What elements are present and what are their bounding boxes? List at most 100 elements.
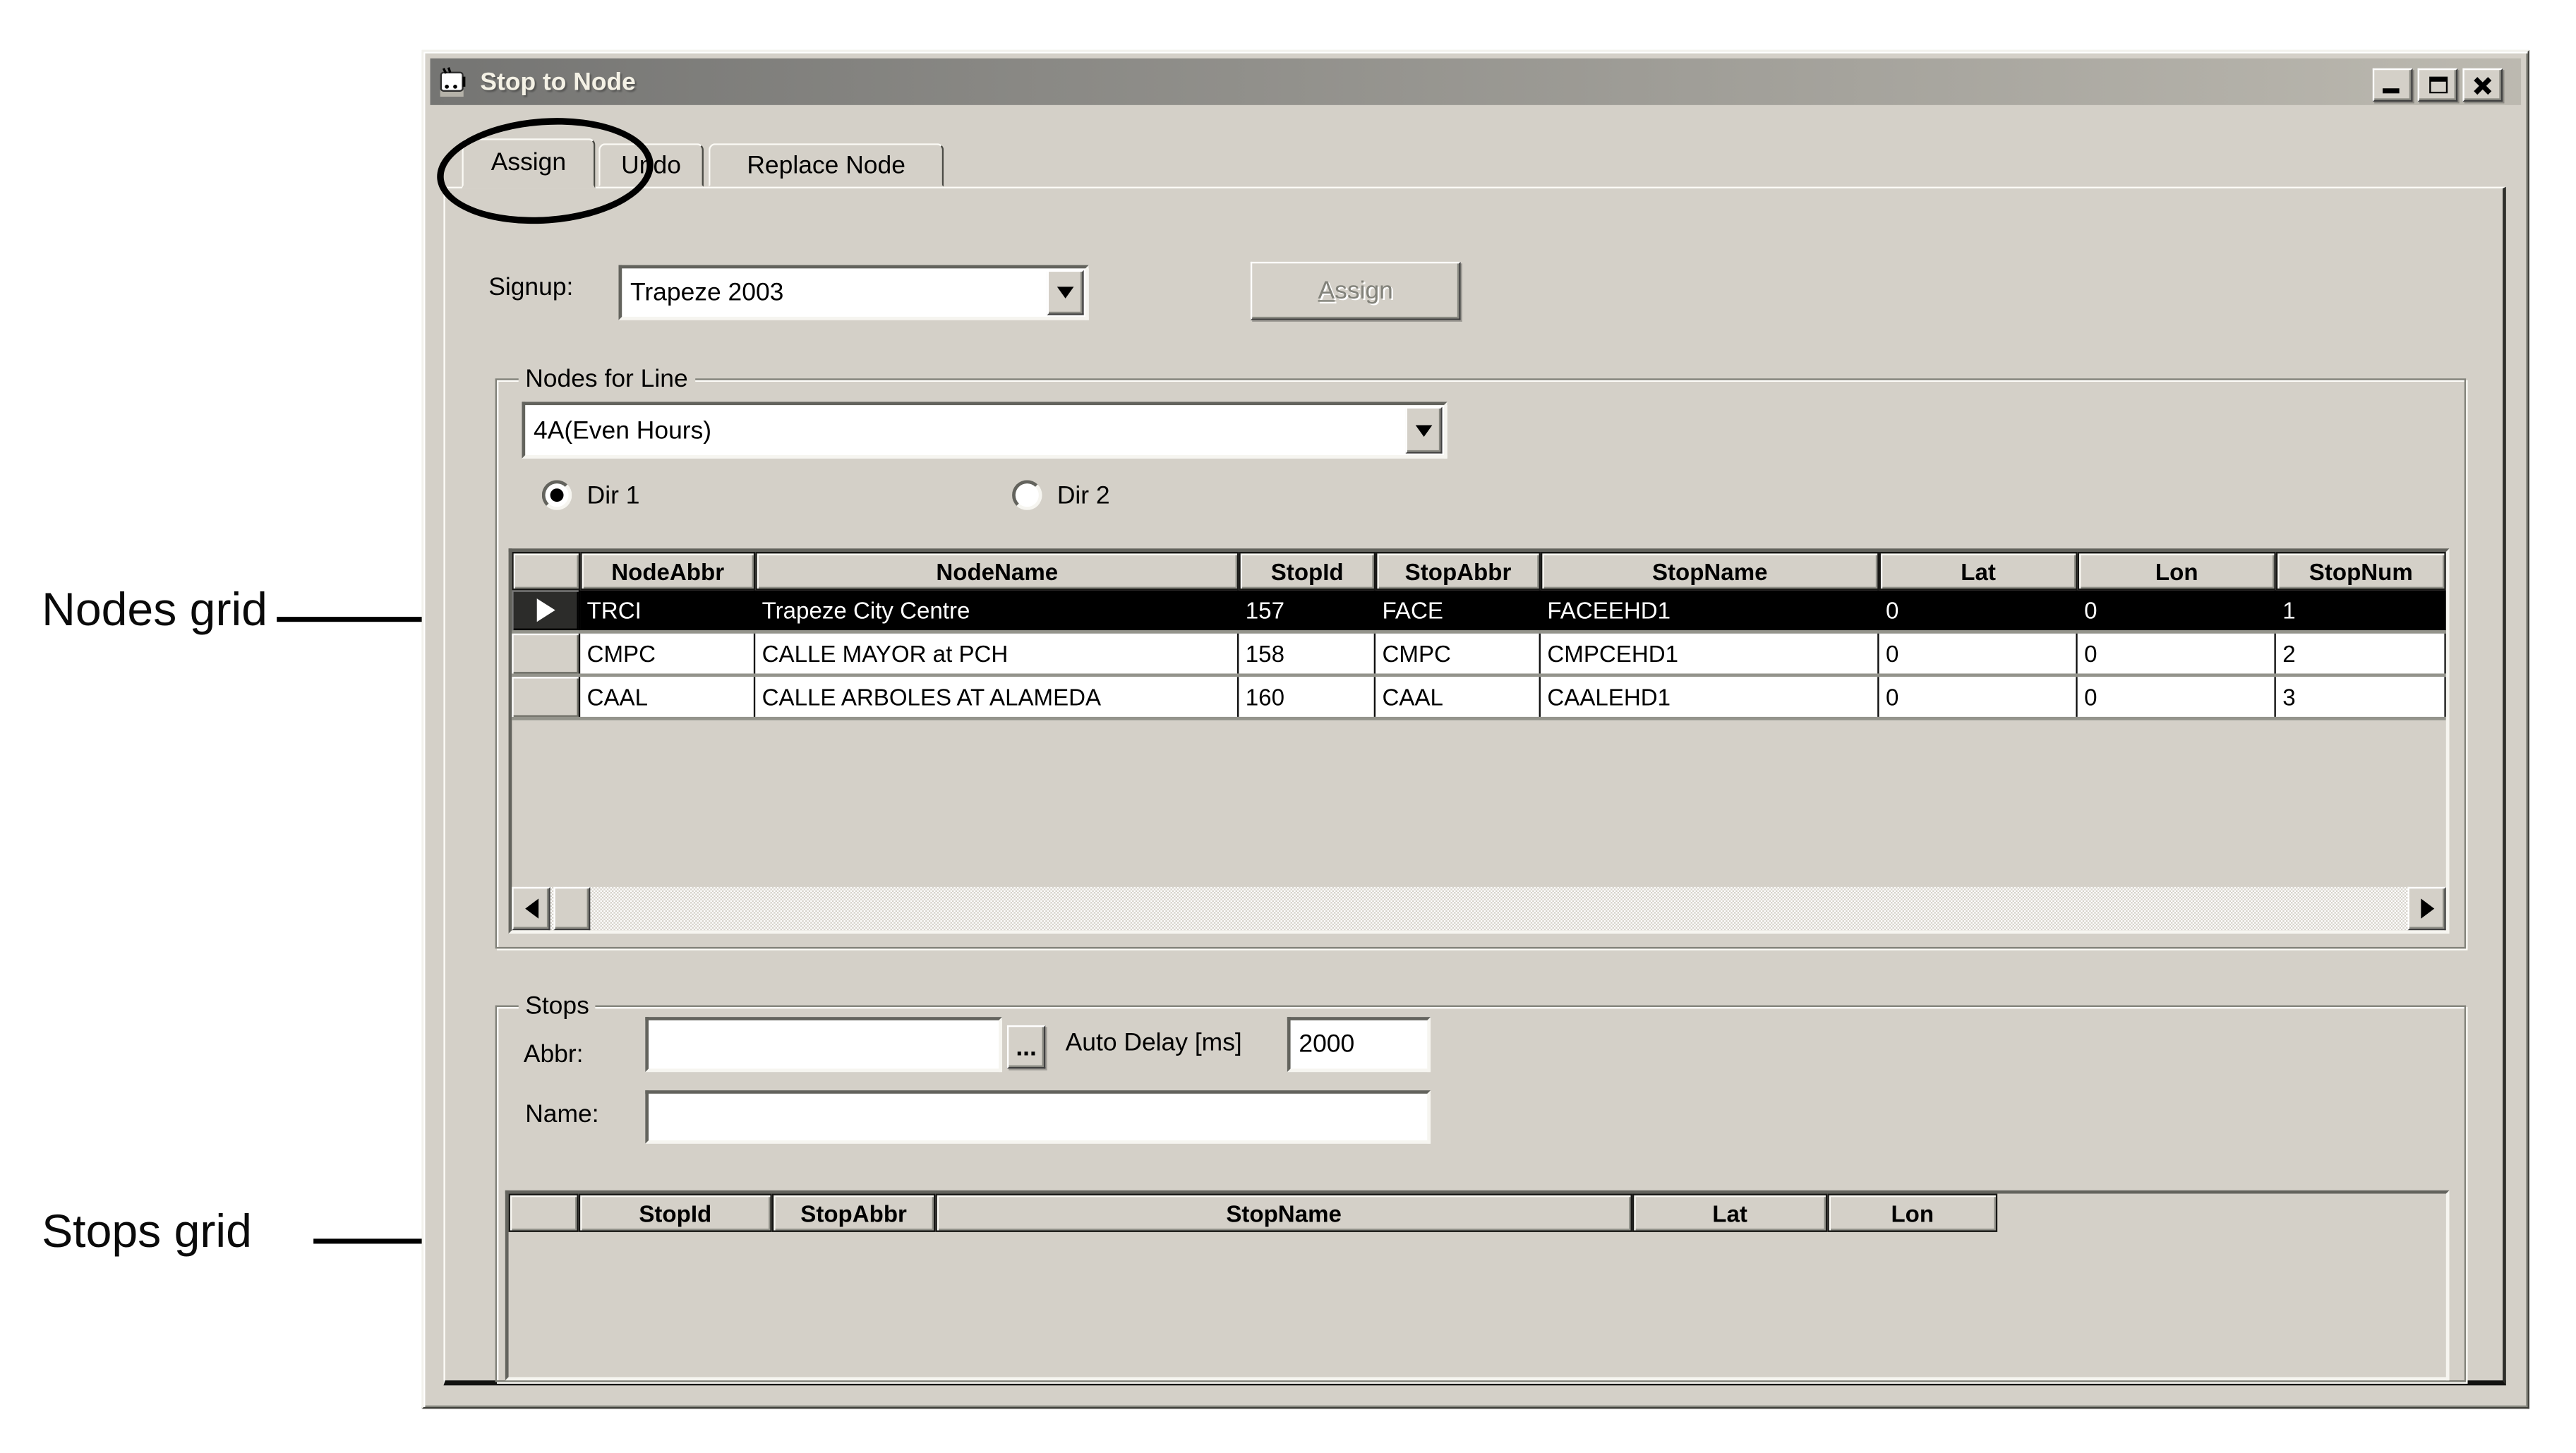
stops-group: Stops Abbr: ... Auto Delay [ms] Name: St… — [495, 1006, 2466, 1382]
signup-label: Signup: — [488, 273, 573, 301]
dir-2-label: Dir 2 — [1057, 482, 1110, 510]
current-row-marker-icon — [536, 598, 555, 622]
chevron-down-icon — [1416, 424, 1433, 436]
assign-button[interactable]: Assign — [1251, 262, 1461, 320]
ellipsis-icon: ... — [1016, 1033, 1037, 1061]
abbr-input[interactable] — [645, 1017, 1002, 1072]
assign-button-accesskey: A — [1318, 277, 1335, 305]
maximize-icon — [2428, 77, 2447, 94]
column-header-stopname[interactable]: StopName — [935, 1194, 1632, 1232]
column-header-stopid[interactable]: StopId — [1239, 552, 1376, 590]
row-selector-header — [509, 1194, 579, 1232]
dir-1-radio[interactable] — [542, 480, 572, 510]
scroll-right-icon — [2420, 898, 2433, 918]
tab-replace-node[interactable]: Replace Node — [709, 143, 944, 186]
table-row[interactable]: TRCITrapeze City Centre157FACEFACEEHD100… — [512, 590, 2446, 633]
signup-combobox[interactable]: Trapeze 2003 — [618, 265, 1088, 320]
cell[interactable]: 0 — [2078, 590, 2276, 630]
dir-1-label: Dir 1 — [587, 482, 640, 510]
row-selector-header — [512, 552, 580, 590]
nodes-grid-table: NodeAbbrNodeNameStopIdStopAbbrStopNameLa… — [512, 552, 2446, 721]
minimize-button[interactable] — [2373, 68, 2413, 102]
cell[interactable]: CAAL — [580, 677, 755, 717]
close-button[interactable] — [2462, 68, 2503, 102]
line-value: 4A(Even Hours) — [525, 405, 1404, 455]
abbr-browse-button[interactable]: ... — [1007, 1025, 1045, 1068]
cell[interactable]: 2 — [2276, 634, 2446, 674]
cell[interactable]: TRCI — [580, 590, 755, 630]
name-label: Name: — [525, 1100, 598, 1128]
nodes-for-line-group: Nodes for Line 4A(Even Hours) Dir 1 Dir … — [495, 378, 2466, 948]
scroll-left-button[interactable] — [512, 887, 550, 930]
column-header-stopid[interactable]: StopId — [579, 1194, 772, 1232]
cell[interactable]: 0 — [1879, 677, 2078, 717]
column-header-nodeabbr[interactable]: NodeAbbr — [580, 552, 755, 590]
screenshot-stage: Nodes grid Stops grid Stop to Node Assig… — [0, 0, 2576, 1453]
minimize-icon — [2383, 88, 2400, 93]
line-dropdown-button[interactable] — [1406, 406, 1443, 453]
row-selector[interactable] — [512, 677, 580, 717]
cell[interactable]: Trapeze City Centre — [755, 590, 1239, 630]
cell[interactable]: CALLE MAYOR at PCH — [755, 634, 1239, 674]
column-header-lat[interactable]: Lat — [1632, 1194, 1827, 1232]
nodes-for-line-group-label: Nodes for Line — [519, 365, 694, 393]
close-icon — [2471, 75, 2494, 95]
signup-dropdown-button[interactable] — [1047, 270, 1084, 315]
title-bar: Stop to Node — [431, 59, 2522, 105]
cell[interactable]: CMPC — [1376, 634, 1541, 674]
cell[interactable]: CMPC — [580, 634, 755, 674]
maximize-button[interactable] — [2418, 68, 2458, 102]
stops-group-label: Stops — [519, 992, 596, 1020]
app-bus-icon — [437, 66, 470, 97]
column-header-stopnum[interactable]: StopNum — [2276, 552, 2446, 590]
scrollbar-track[interactable] — [590, 887, 2407, 930]
auto-delay-label: Auto Delay [ms] — [1066, 1029, 1242, 1057]
scrollbar-thumb[interactable] — [553, 887, 590, 930]
cell[interactable]: 0 — [1879, 590, 2078, 630]
column-header-lat[interactable]: Lat — [1879, 552, 2078, 590]
column-header-lon[interactable]: Lon — [1827, 1194, 1997, 1232]
auto-delay-input[interactable] — [1287, 1017, 1431, 1072]
line-combobox[interactable]: 4A(Even Hours) — [522, 402, 1447, 458]
column-header-stopabbr[interactable]: StopAbbr — [1376, 552, 1541, 590]
cell[interactable]: CALLE ARBOLES AT ALAMEDA — [755, 677, 1239, 717]
grid-header-row: NodeAbbrNodeNameStopIdStopAbbrStopNameLa… — [512, 552, 2446, 590]
scroll-right-button[interactable] — [2407, 887, 2445, 930]
table-row[interactable]: CAALCALLE ARBOLES AT ALAMEDA160CAALCAALE… — [512, 677, 2446, 720]
cell[interactable]: 3 — [2276, 677, 2446, 717]
stops-grid: StopIdStopAbbrStopNameLatLon — [505, 1190, 2450, 1380]
stop-to-node-window: Stop to Node Assign Undo Replace Node Si… — [422, 50, 2529, 1409]
row-selector[interactable] — [512, 634, 580, 674]
cell[interactable]: FACE — [1376, 590, 1541, 630]
nodes-grid: NodeAbbrNodeNameStopIdStopAbbrStopNameLa… — [509, 548, 2450, 934]
abbr-label: Abbr: — [524, 1040, 584, 1068]
row-selector[interactable] — [512, 590, 580, 630]
cell[interactable]: 157 — [1239, 590, 1376, 630]
stops-grid-table: StopIdStopAbbrStopNameLatLon — [509, 1194, 2446, 1232]
cell[interactable]: CMPCEHD1 — [1541, 634, 1879, 674]
cell[interactable]: 0 — [2078, 677, 2276, 717]
scroll-left-icon — [524, 898, 538, 918]
cell[interactable]: FACEEHD1 — [1541, 590, 1879, 630]
cell[interactable]: 160 — [1239, 677, 1376, 717]
dir-2-radio[interactable] — [1012, 480, 1042, 510]
cell[interactable]: 1 — [2276, 590, 2446, 630]
stops-grid-annotation-label: Stops grid — [42, 1205, 252, 1259]
window-title: Stop to Node — [480, 68, 635, 96]
cell[interactable]: 0 — [1879, 634, 2078, 674]
column-header-lon[interactable]: Lon — [2078, 552, 2276, 590]
nodes-grid-annotation-label: Nodes grid — [42, 584, 267, 637]
grid-header-row: StopIdStopAbbrStopNameLatLon — [509, 1194, 2446, 1232]
name-input[interactable] — [645, 1090, 1431, 1144]
cell[interactable]: CAAL — [1376, 677, 1541, 717]
nodes-grid-horizontal-scrollbar[interactable] — [512, 887, 2446, 930]
column-header-stopname[interactable]: StopName — [1541, 552, 1879, 590]
cell[interactable]: 0 — [2078, 634, 2276, 674]
table-row[interactable]: CMPCCALLE MAYOR at PCH158CMPCCMPCEHD1002 — [512, 634, 2446, 677]
cell[interactable]: 158 — [1239, 634, 1376, 674]
grid-header-filler — [1997, 1194, 2446, 1232]
chevron-down-icon — [1057, 287, 1074, 299]
cell[interactable]: CAALEHD1 — [1541, 677, 1879, 717]
column-header-nodename[interactable]: NodeName — [755, 552, 1239, 590]
column-header-stopabbr[interactable]: StopAbbr — [772, 1194, 936, 1232]
